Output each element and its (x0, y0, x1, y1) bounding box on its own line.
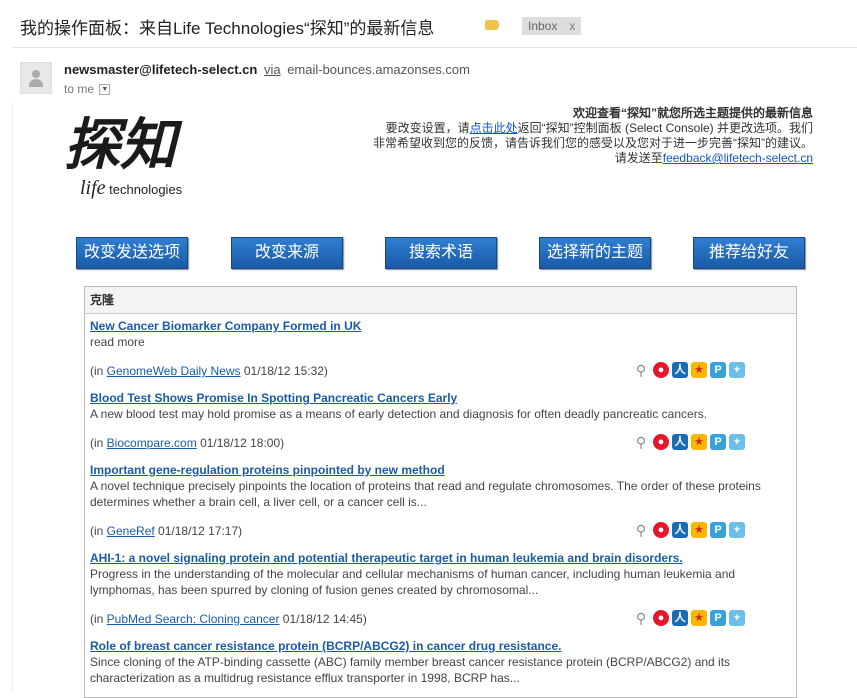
news-source-link[interactable]: GeneRef (107, 524, 155, 538)
news-date: 01/18/12 14:45 (282, 612, 363, 626)
via-link[interactable]: via (264, 62, 281, 77)
news-source-line: (in GeneRef 01/18/12 17:17) (90, 524, 243, 538)
kaixin-icon[interactable]: ★ (691, 362, 707, 378)
news-source-link[interactable]: Biocompare.com (107, 436, 197, 450)
attachment-icon[interactable]: ⚲ (633, 434, 649, 450)
news-desc: A novel technique precisely pinpoints th… (90, 479, 761, 509)
label-tag-icon[interactable] (485, 20, 499, 30)
welcome-block: 欢迎查看“探知”就您所选主题提供的最新信息 要改变设置，请点击此处返回“探知”控… (353, 106, 813, 166)
share-plus-icon[interactable]: + (729, 434, 745, 450)
news-panel: 克隆 New Cancer Biomarker Company Formed i… (84, 286, 797, 698)
avatar-head (32, 70, 40, 78)
news-title-link[interactable]: Blood Test Shows Promise In Spotting Pan… (90, 391, 790, 405)
welcome-line2: 非常希望收到您的反馈，请告诉我们您的感受以及您对于进一步完善“探知”的建议。 (373, 136, 813, 150)
feedback-email-link[interactable]: feedback@lifetech-select.cn (663, 151, 813, 165)
weibo-icon[interactable]: ● (653, 362, 669, 378)
change-delivery-button[interactable]: 改变发送选项 (76, 237, 188, 269)
news-item: New Cancer Biomarker Company Formed in U… (90, 319, 790, 350)
kaixin-icon[interactable]: ★ (691, 522, 707, 538)
welcome-line3: 请发送至feedback@lifetech-select.cn (353, 151, 813, 166)
news-date: 01/18/12 15:32 (243, 364, 324, 378)
share-icons: ⚲ ● 人 ★ P + (633, 522, 793, 540)
share-plus-icon[interactable]: + (729, 362, 745, 378)
news-title-link[interactable]: Role of breast cancer resistance protein… (90, 639, 790, 653)
share-plus-icon[interactable]: + (729, 522, 745, 538)
recommend-friend-button[interactable]: 推荐给好友 (693, 237, 805, 269)
attachment-icon[interactable]: ⚲ (633, 362, 649, 378)
avatar-body (29, 79, 43, 87)
news-item: Important gene-regulation proteins pinpo… (90, 463, 790, 510)
welcome-line1: 要改变设置，请点击此处返回“探知”控制面板 (Select Console) 并… (353, 121, 813, 136)
logo-brand: life technologies (80, 177, 182, 200)
welcome-title: 欢迎查看“探知”就您所选主题提供的最新信息 (572, 106, 813, 120)
douban-icon[interactable]: P (710, 362, 726, 378)
news-desc: read more (90, 335, 145, 349)
kaixin-icon[interactable]: ★ (691, 610, 707, 626)
click-here-link[interactable]: 点击此处 (470, 121, 518, 135)
kaixin-icon[interactable]: ★ (691, 434, 707, 450)
weibo-icon[interactable]: ● (653, 434, 669, 450)
logo-life: life (80, 177, 106, 199)
news-date: 01/18/12 18:00 (200, 436, 281, 450)
news-source-line: (in GenomeWeb Daily News 01/18/12 15:32) (90, 364, 328, 378)
douban-icon[interactable]: P (710, 522, 726, 538)
news-item: Blood Test Shows Promise In Spotting Pan… (90, 391, 790, 422)
news-title-link[interactable]: Important gene-regulation proteins pinpo… (90, 463, 790, 477)
douban-icon[interactable]: P (710, 434, 726, 450)
renren-icon[interactable]: 人 (672, 362, 688, 378)
inbox-remove-button[interactable]: x (569, 19, 575, 33)
attachment-icon[interactable]: ⚲ (633, 610, 649, 626)
renren-icon[interactable]: 人 (672, 522, 688, 538)
share-plus-icon[interactable]: + (729, 610, 745, 626)
email-subject: 我的操作面板：来自Life Technologies“探知”的最新信息 (20, 19, 435, 38)
renren-icon[interactable]: 人 (672, 610, 688, 626)
attachment-icon[interactable]: ⚲ (633, 522, 649, 538)
news-source-line: (in PubMed Search: Cloning cancer 01/18/… (90, 612, 367, 626)
panel-heading: 克隆 (85, 287, 796, 314)
news-desc: A new blood test may hold promise as a m… (90, 407, 708, 421)
select-topic-button[interactable]: 选择新的主题 (539, 237, 651, 269)
welcome-line1-post: 返回“探知”控制面板 (Select Console) 并更改选项。我们 (517, 121, 813, 135)
weibo-icon[interactable]: ● (653, 522, 669, 538)
news-item: AHI-1: a novel signaling protein and pot… (90, 551, 790, 598)
renren-icon[interactable]: 人 (672, 434, 688, 450)
share-icons: ⚲ ● 人 ★ P + (633, 610, 793, 628)
search-terms-button[interactable]: 搜索术语 (385, 237, 497, 269)
to-me-label: to me (64, 82, 95, 96)
share-icons: ⚲ ● 人 ★ P + (633, 434, 793, 452)
news-item: Role of breast cancer resistance protein… (90, 639, 790, 686)
welcome-line3-pre: 请发送至 (614, 151, 663, 165)
logo-technologies: technologies (109, 182, 183, 197)
details-dropdown-icon[interactable]: ▼ (99, 84, 111, 96)
news-title-link[interactable]: New Cancer Biomarker Company Formed in U… (90, 319, 790, 333)
avatar (20, 62, 52, 94)
news-title-link[interactable]: AHI-1: a novel signaling protein and pot… (90, 551, 790, 565)
news-source-link[interactable]: PubMed Search: Cloning cancer (107, 612, 280, 626)
news-date: 01/18/12 17:17 (158, 524, 239, 538)
news-source-line: (in Biocompare.com 01/18/12 18:00) (90, 436, 285, 450)
news-desc: Progress in the understanding of the mol… (90, 567, 736, 597)
sender-line: newsmaster@lifetech-select.cn via email-… (64, 62, 470, 77)
sender-address[interactable]: newsmaster@lifetech-select.cn (64, 62, 257, 77)
welcome-line1-pre: 要改变设置，请 (385, 121, 470, 135)
inbox-label-text: Inbox (528, 19, 558, 33)
weibo-icon[interactable]: ● (653, 610, 669, 626)
logo-chinese-text: 探知 (64, 112, 183, 178)
news-desc: Since cloning of the ATP-binding cassett… (90, 655, 731, 685)
news-source-link[interactable]: GenomeWeb Daily News (107, 364, 241, 378)
change-source-button[interactable]: 改变来源 (231, 237, 343, 269)
header-divider (12, 47, 857, 48)
share-icons: ⚲ ● 人 ★ P + (633, 362, 793, 380)
douban-icon[interactable]: P (710, 610, 726, 626)
inbox-label[interactable]: Inbox x (522, 17, 582, 35)
recipient-line: to me ▼ (64, 82, 111, 96)
via-domain: email-bounces.amazonses.com (287, 62, 470, 77)
